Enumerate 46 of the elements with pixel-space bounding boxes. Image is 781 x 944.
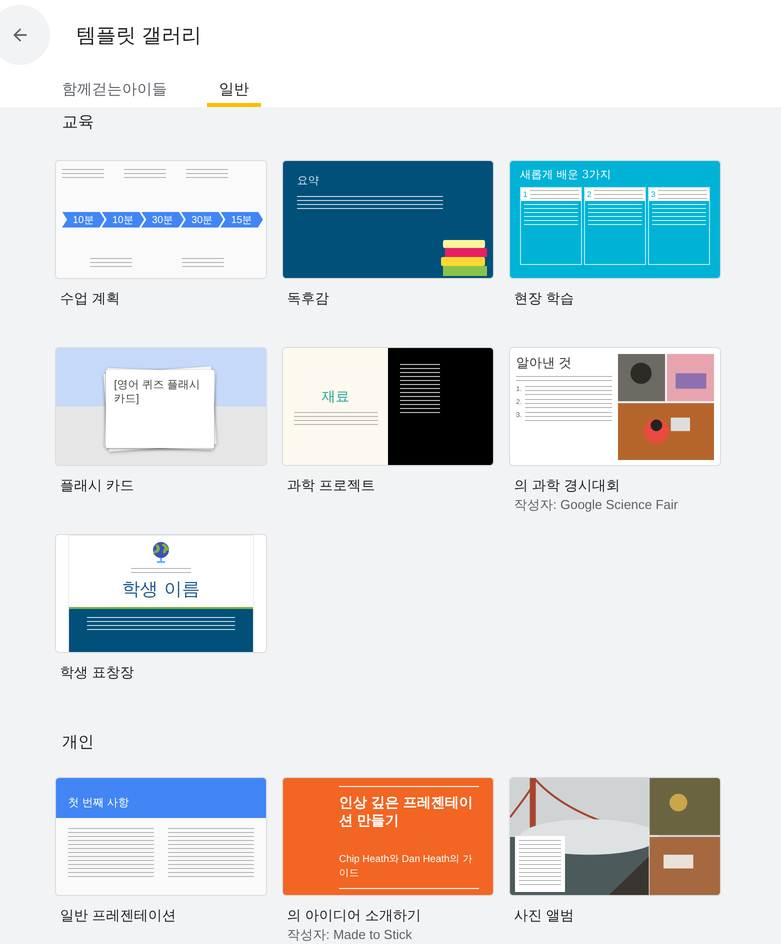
template-name: 현장 학습 [513, 289, 575, 308]
template-thumbnail[interactable]: [영어 퀴즈 플래시 카드] [55, 347, 267, 466]
tab[interactable]: 함께걷는아이들 [50, 70, 179, 107]
template-author: 작성자: Google Science Fair [513, 496, 680, 514]
timeline-step: 10분 [62, 212, 105, 228]
column-number: 3 [651, 190, 656, 199]
text-lines-drawing [652, 204, 706, 228]
slide-subtitle: Chip Heath와 Dan Heath의 가이드 [339, 852, 479, 889]
tab[interactable]: 일반 [207, 70, 261, 107]
text-lines-drawing [588, 204, 642, 228]
template-name: 학생 표창장 [59, 663, 135, 682]
slide-heading: 학생 이름 [122, 578, 200, 601]
text-lines-drawing [658, 190, 707, 199]
template-name: 의 아이디어 소개하기 [286, 906, 422, 925]
template-thumbnail[interactable]: 인상 깊은 프레젠테이션 만들기 Chip Heath와 Dan Heath의 가이드 [282, 777, 494, 896]
template-name: 플래시 카드 [59, 476, 135, 495]
page-title: 템플릿 갤러리 [76, 24, 202, 48]
timeline-step: 15분 [220, 212, 263, 228]
template-name: 의 과학 경시대회 [513, 476, 621, 495]
template-name: 사진 앨범 [513, 906, 575, 925]
text-lines-drawing [530, 190, 579, 199]
template-thumbnail[interactable]: 첫 번째 사항 [55, 777, 267, 896]
template-name: 독후감 [286, 289, 330, 308]
slide-heading: [영어 퀴즈 플래시 카드] [114, 378, 202, 406]
column-number: 2 [587, 190, 592, 199]
slide-heading: 재료 [322, 388, 350, 406]
template-thumbnail[interactable]: 요약 [282, 160, 494, 279]
slide-heading: 알아낸 것 [516, 354, 573, 372]
timeline-step: 30분 [141, 212, 184, 228]
text-lines-drawing [524, 204, 578, 228]
slide-heading: 인상 깊은 프레젠테이션 만들기 [339, 786, 479, 829]
template-name: 과학 프로젝트 [286, 476, 376, 495]
section-heading: 교육 [62, 114, 94, 131]
template-thumbnail[interactable]: 10분 10분 30분 30분 15분 [55, 160, 267, 279]
section-heading: 개인 [62, 734, 94, 751]
slide-heading: 첫 번째 사항 [68, 796, 130, 810]
template-name: 일반 프레젠테이션 [59, 906, 177, 925]
slide-heading: 요약 [297, 174, 320, 188]
template-name: 수업 계획 [59, 289, 121, 308]
timeline-step: 10분 [102, 212, 144, 228]
column-number: 1 [523, 190, 528, 199]
text-lines-drawing [594, 190, 643, 199]
template-author: 작성자: Made to Stick [286, 926, 413, 944]
timeline-step: 30분 [180, 212, 224, 228]
template-thumbnail[interactable]: 학생 이름 [55, 534, 267, 653]
slide-heading: 새롭게 배운 3가지 [520, 167, 612, 182]
